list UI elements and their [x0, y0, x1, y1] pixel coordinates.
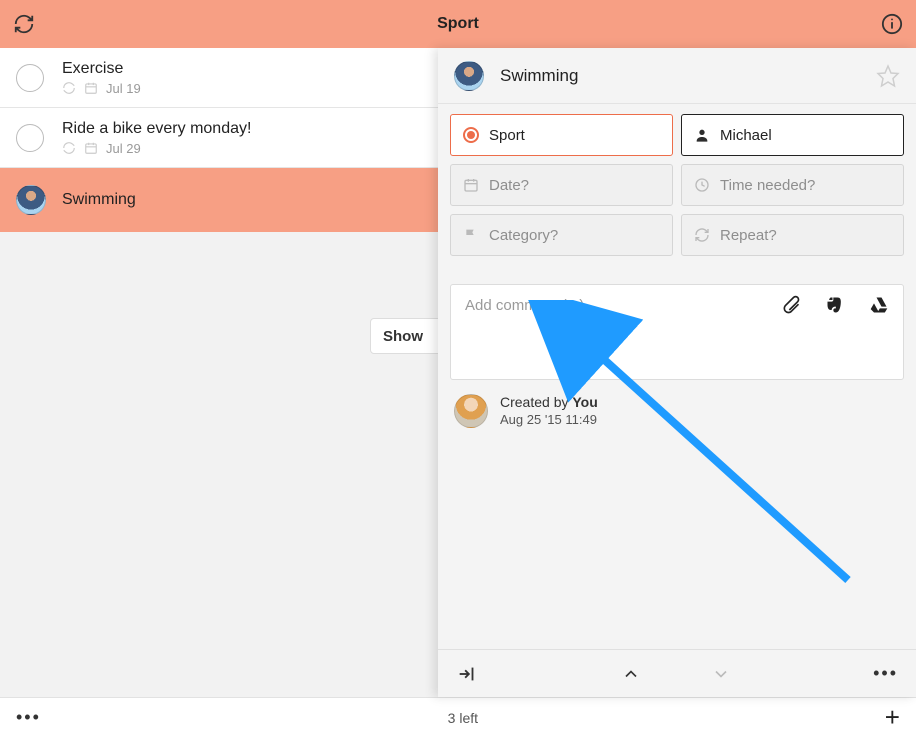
assignee-avatar: [16, 185, 46, 215]
list-field[interactable]: Sport: [450, 114, 673, 156]
more-menu-button[interactable]: •••: [16, 707, 41, 728]
task-title: Swimming: [62, 191, 136, 209]
evernote-icon: [825, 295, 845, 315]
time-placeholder: Time needed?: [720, 177, 815, 194]
page-title: Sport: [48, 15, 868, 33]
list-label: Sport: [489, 127, 525, 144]
task-meta: Jul 19: [62, 81, 141, 96]
bottom-bar: ••• 3 left +: [0, 697, 916, 737]
task-date: Jul 29: [106, 141, 141, 156]
remaining-count: 3 left: [448, 710, 478, 726]
created-by-prefix: Created by: [500, 394, 572, 410]
date-placeholder: Date?: [489, 177, 529, 194]
task-checkbox[interactable]: [16, 124, 44, 152]
star-button[interactable]: [876, 64, 900, 88]
comment-placeholder: Add comment (↩): [465, 296, 781, 314]
detail-more-button[interactable]: •••: [873, 663, 898, 684]
task-date: Jul 19: [106, 81, 141, 96]
detail-header: Swimming: [438, 48, 916, 104]
next-button[interactable]: [711, 664, 731, 684]
flag-icon: [463, 227, 479, 243]
header: Sport: [0, 0, 916, 48]
drive-button[interactable]: [869, 295, 889, 315]
chevron-down-icon: [711, 664, 731, 684]
detail-bottom-bar: •••: [438, 649, 916, 697]
repeat-icon: [62, 141, 76, 155]
time-field[interactable]: Time needed?: [681, 164, 904, 206]
created-info: Created by You Aug 25 '15 11:49: [438, 380, 916, 442]
indent-button[interactable]: [456, 663, 478, 685]
category-placeholder: Category?: [489, 227, 558, 244]
assignee-avatar: [454, 61, 484, 91]
created-date: Aug 25 '15 11:49: [500, 412, 598, 428]
star-icon: [876, 64, 900, 88]
task-title: Exercise: [62, 60, 141, 78]
detail-panel: Swimming Sport Michael: [438, 48, 916, 697]
google-drive-icon: [869, 295, 889, 315]
task-meta: Jul 29: [62, 141, 251, 156]
repeat-field[interactable]: Repeat?: [681, 214, 904, 256]
detail-title[interactable]: Swimming: [500, 66, 876, 86]
comment-box[interactable]: Add comment (↩): [450, 284, 904, 380]
date-field[interactable]: Date?: [450, 164, 673, 206]
repeat-placeholder: Repeat?: [720, 227, 777, 244]
attach-button[interactable]: [781, 295, 801, 315]
paperclip-icon: [781, 295, 801, 315]
repeat-icon: [62, 81, 76, 95]
radio-icon: [463, 127, 479, 143]
info-icon: [881, 13, 903, 35]
task-checkbox[interactable]: [16, 64, 44, 92]
category-field[interactable]: Category?: [450, 214, 673, 256]
assignee-label: Michael: [720, 127, 772, 144]
sync-icon: [13, 13, 35, 35]
person-icon: [694, 127, 710, 143]
evernote-button[interactable]: [825, 295, 845, 315]
repeat-icon: [694, 227, 710, 243]
add-task-button[interactable]: +: [885, 702, 900, 733]
assignee-field[interactable]: Michael: [681, 114, 904, 156]
detail-fields: Sport Michael Date?: [438, 104, 916, 274]
sync-button[interactable]: [0, 0, 48, 48]
calendar-icon: [84, 81, 98, 95]
calendar-icon: [463, 177, 479, 193]
created-by-who: You: [572, 394, 597, 410]
clock-icon: [694, 177, 710, 193]
calendar-icon: [84, 141, 98, 155]
indent-icon: [456, 663, 478, 685]
task-title: Ride a bike every monday!: [62, 120, 251, 138]
info-button[interactable]: [868, 0, 916, 48]
prev-button[interactable]: [621, 664, 641, 684]
creator-avatar: [454, 394, 488, 428]
show-more-label: Show: [383, 328, 423, 345]
chevron-up-icon: [621, 664, 641, 684]
